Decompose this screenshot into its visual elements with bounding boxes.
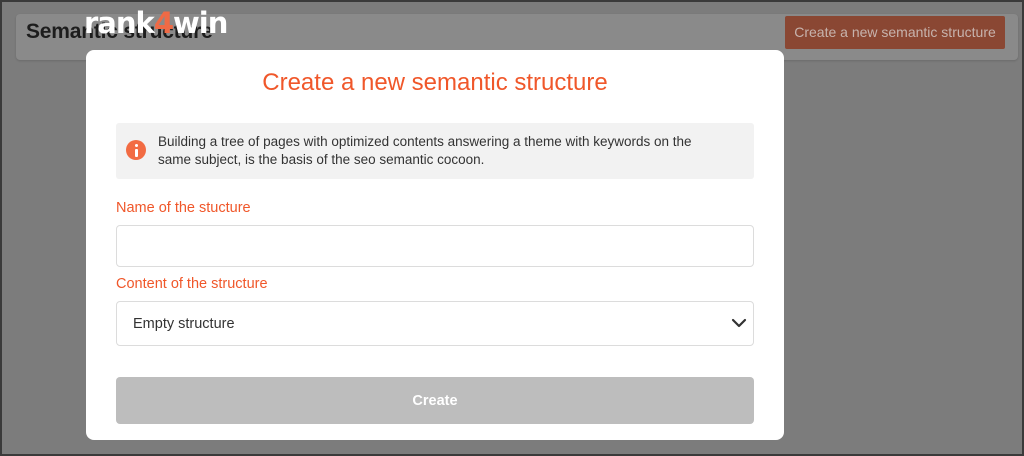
select-value: Empty structure xyxy=(133,316,235,332)
modal-title: Create a new semantic structure xyxy=(262,69,608,96)
content-field-label: Content of the structure xyxy=(116,276,268,292)
chevron-down-icon xyxy=(731,318,747,328)
brand-logo: rank4win xyxy=(84,6,228,40)
info-box: Building a tree of pages with optimized … xyxy=(116,123,754,179)
create-structure-button[interactable]: Create a new semantic structure xyxy=(785,16,1005,49)
logo-text-win: win xyxy=(173,6,228,40)
info-text: Building a tree of pages with optimized … xyxy=(158,134,692,167)
info-icon xyxy=(126,140,146,160)
logo-text-rank: rank xyxy=(84,6,155,40)
content-structure-select[interactable]: Empty structure xyxy=(116,301,754,346)
logo-text-4: 4 xyxy=(153,6,174,40)
structure-name-input[interactable] xyxy=(116,225,754,267)
create-button[interactable]: Create xyxy=(116,377,754,424)
create-structure-modal: Create a new semantic structure Building… xyxy=(86,50,784,440)
name-field-label: Name of the stucture xyxy=(116,200,251,216)
